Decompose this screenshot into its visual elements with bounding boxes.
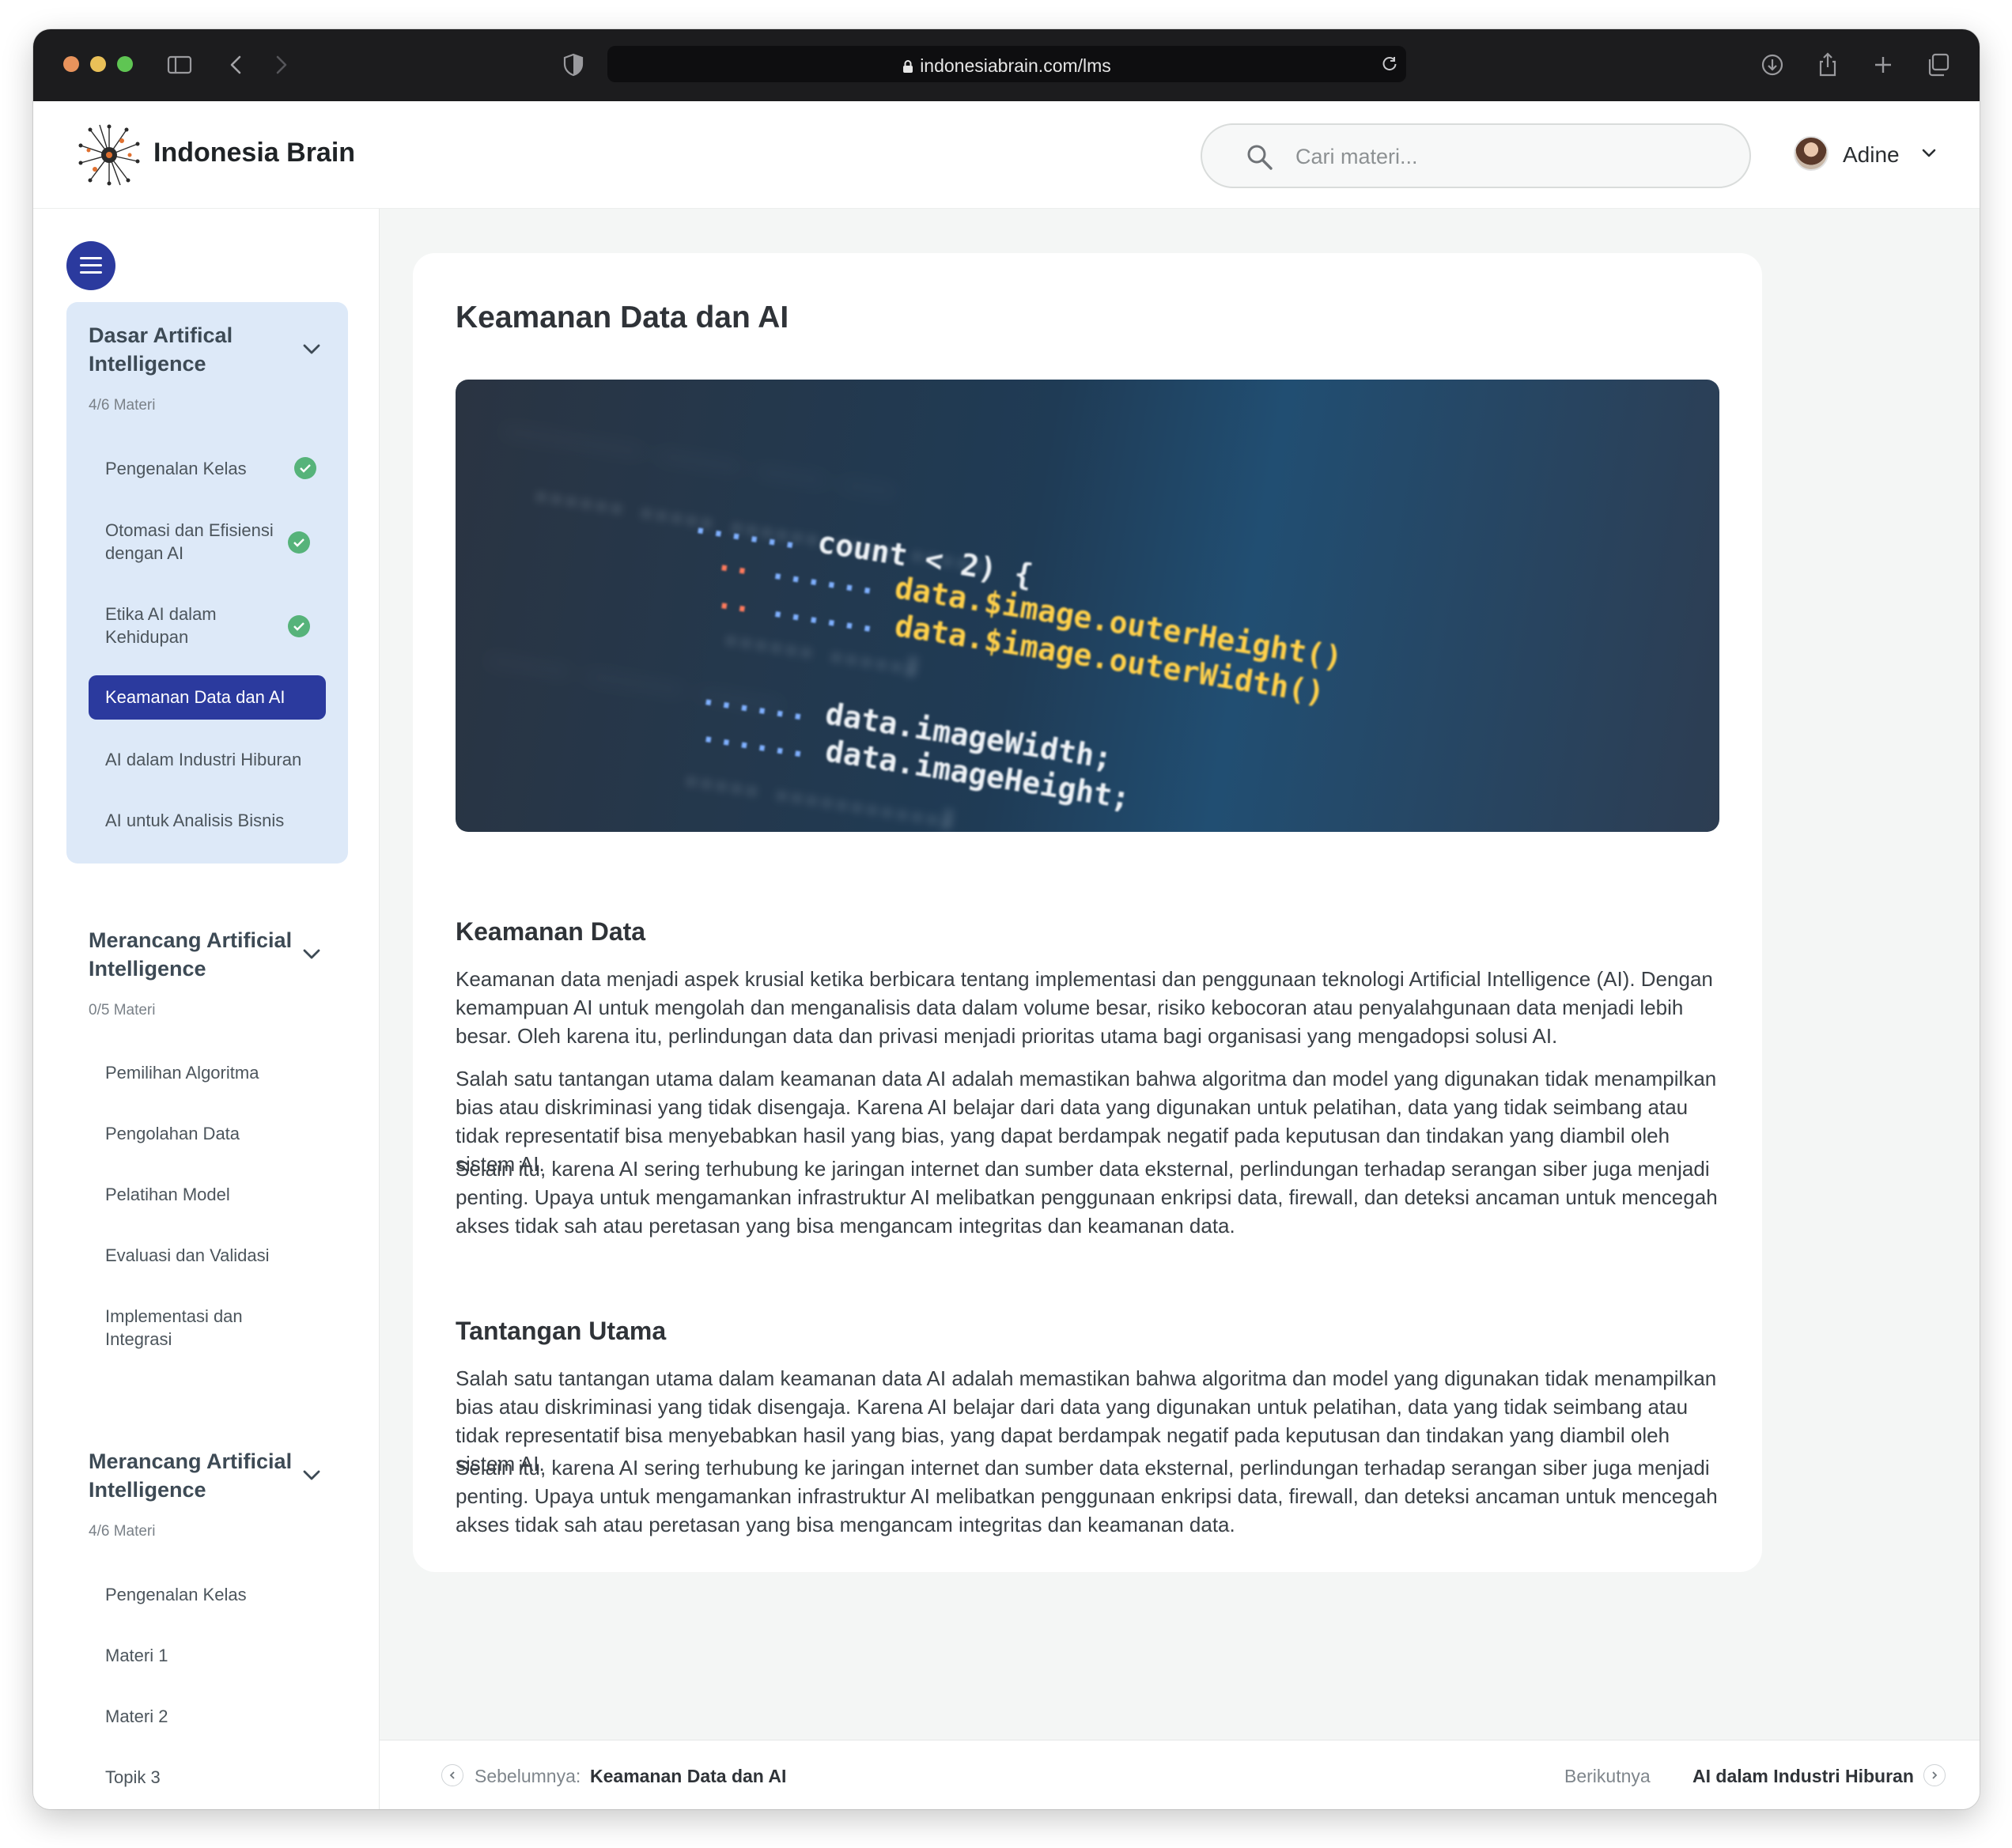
section-progress: 4/6 Materi: [89, 397, 156, 414]
hamburger-icon: [80, 257, 102, 259]
lesson-item-current[interactable]: Keamanan Data dan AI: [89, 675, 326, 720]
lesson-label: Pelatihan Model: [105, 1185, 230, 1204]
previous-lesson-link[interactable]: Keamanan Data dan AI: [590, 1766, 786, 1787]
lesson-label: Otomasi dan Efisiensi dengan AI: [105, 520, 274, 563]
course-section-3: Merancang Artificial Intelligence 4/6 Ma…: [66, 1428, 348, 1808]
menu-toggle-button[interactable]: [66, 241, 115, 290]
lesson-item[interactable]: Etika AI dalam Kehidupan: [89, 603, 278, 650]
lock-icon: [903, 60, 913, 73]
tab-overview-icon[interactable]: [1925, 51, 1952, 78]
new-tab-icon[interactable]: [1870, 51, 1897, 78]
app-header: Indonesia Brain Adine: [33, 101, 1980, 209]
paragraph: Selain itu, karena AI sering terhubung k…: [456, 1456, 1718, 1536]
search-box[interactable]: [1201, 123, 1751, 188]
page-title: Keamanan Data dan AI: [456, 300, 789, 334]
section-title[interactable]: Dasar Artifical Intelligence: [89, 321, 294, 378]
chevron-down-icon[interactable]: [301, 342, 323, 357]
previous-label: Sebelumnya:: [475, 1766, 581, 1786]
reload-icon[interactable]: [1381, 55, 1398, 73]
chevron-right-icon: [1932, 1771, 1938, 1779]
lesson-label: Topik 3: [105, 1767, 161, 1787]
lesson-label: Materi 2: [105, 1706, 168, 1726]
lesson-item[interactable]: Pengenalan Kelas: [89, 457, 326, 481]
close-window-button[interactable]: [63, 56, 79, 72]
search-icon: [1247, 145, 1273, 170]
lesson-item[interactable]: AI untuk Analisis Bisnis: [89, 809, 326, 833]
section-title[interactable]: Merancang Artificial Intelligence: [89, 1447, 294, 1504]
url-text: indonesiabrain.com/lms: [920, 55, 1111, 76]
lesson-label: AI dalam Industri Hiburan: [105, 750, 302, 769]
lesson-item[interactable]: Pelatihan Model: [89, 1183, 326, 1206]
next-label: Berikutnya: [1564, 1766, 1651, 1786]
lesson-item[interactable]: AI dalam Industri Hiburan: [89, 748, 326, 772]
minimize-window-button[interactable]: [90, 56, 106, 72]
lesson-item[interactable]: Implementasi dan Integrasi: [89, 1305, 278, 1351]
lesson-item[interactable]: Materi 2: [89, 1705, 326, 1728]
section-progress: 0/5 Materi: [89, 1002, 156, 1018]
lesson-label: Pengenalan Kelas: [105, 459, 247, 478]
course-section-2: Merancang Artificial Intelligence 0/5 Ma…: [66, 907, 348, 1381]
back-icon[interactable]: [223, 51, 250, 78]
section-title[interactable]: Merancang Artificial Intelligence: [89, 926, 294, 983]
lesson-label: Pengenalan Kelas: [105, 1585, 247, 1604]
hero-code-image: .......... ...... ..... .... ...... ....…: [456, 380, 1719, 832]
search-input[interactable]: [1295, 141, 1723, 172]
check-circle-icon: [288, 531, 310, 554]
lesson-label: Pengolahan Data: [105, 1124, 240, 1143]
user-name[interactable]: Adine: [1843, 142, 1900, 168]
lesson-label: AI untuk Analisis Bisnis: [105, 811, 285, 830]
lesson-pagination: Sebelumnya: Keamanan Data dan AI Berikut…: [380, 1740, 1980, 1809]
check-circle-icon: [288, 615, 310, 637]
lesson-item[interactable]: Topik 3: [89, 1766, 326, 1789]
chevron-down-icon[interactable]: [301, 1468, 323, 1483]
section-progress: 4/6 Materi: [89, 1523, 156, 1540]
next-lesson-button[interactable]: [1923, 1764, 1946, 1786]
lesson-label: Etika AI dalam Kehidupan: [105, 604, 217, 647]
lesson-item[interactable]: Materi 1: [89, 1644, 326, 1667]
neural-burst-logo-icon[interactable]: [78, 123, 141, 187]
privacy-shield-icon[interactable]: [560, 51, 587, 78]
sidebar-toggle-icon[interactable]: [166, 51, 193, 78]
lesson-label: Implementasi dan Integrasi: [105, 1306, 243, 1349]
lesson-item[interactable]: Pemilihan Algoritma: [89, 1061, 326, 1084]
browser-window: indonesiabrain.com/lms Indonesia Brain C…: [33, 29, 1980, 1809]
section-heading: Tantangan Utama: [456, 1317, 667, 1345]
paragraph: Keamanan data menjadi aspek krusial keti…: [456, 967, 1713, 1048]
address-bar[interactable]: indonesiabrain.com/lms: [607, 46, 1406, 82]
lesson-item[interactable]: Pengenalan Kelas: [89, 1583, 326, 1606]
user-avatar[interactable]: [1794, 136, 1829, 171]
lesson-label: Evaluasi dan Validasi: [105, 1245, 270, 1265]
lesson-label: Keamanan Data dan AI: [105, 687, 286, 707]
course-sidebar: Dasar Artifical Intelligence 4/6 Materi …: [33, 209, 380, 1809]
brand-name[interactable]: Indonesia Brain: [153, 138, 355, 168]
chevron-down-icon[interactable]: [301, 947, 323, 962]
lesson-content-card: Keamanan Data dan AI .......... ...... .…: [413, 253, 1762, 1572]
zoom-window-button[interactable]: [117, 56, 133, 72]
lesson-item[interactable]: Evaluasi dan Validasi: [89, 1244, 326, 1267]
lesson-label: Materi 1: [105, 1646, 168, 1665]
paragraph: Selain itu, karena AI sering terhubung k…: [456, 1157, 1718, 1238]
share-icon[interactable]: [1814, 51, 1841, 78]
lesson-label: Pemilihan Algoritma: [105, 1063, 259, 1083]
lesson-item[interactable]: Pengolahan Data: [89, 1122, 326, 1145]
course-section-1: Dasar Artifical Intelligence 4/6 Materi …: [66, 302, 348, 864]
downloads-icon[interactable]: [1759, 51, 1786, 78]
lesson-item[interactable]: Otomasi dan Efisiensi dengan AI: [89, 519, 278, 566]
section-heading: Keamanan Data: [456, 917, 646, 946]
forward-icon[interactable]: [267, 51, 294, 78]
chevron-left-icon: [449, 1771, 455, 1779]
next-lesson-link[interactable]: AI dalam Industri Hiburan: [1692, 1766, 1914, 1787]
previous-lesson-button[interactable]: [441, 1764, 463, 1786]
check-circle-icon: [294, 457, 316, 479]
browser-toolbar: indonesiabrain.com/lms: [33, 29, 1980, 101]
chevron-down-icon[interactable]: [1920, 147, 1938, 160]
